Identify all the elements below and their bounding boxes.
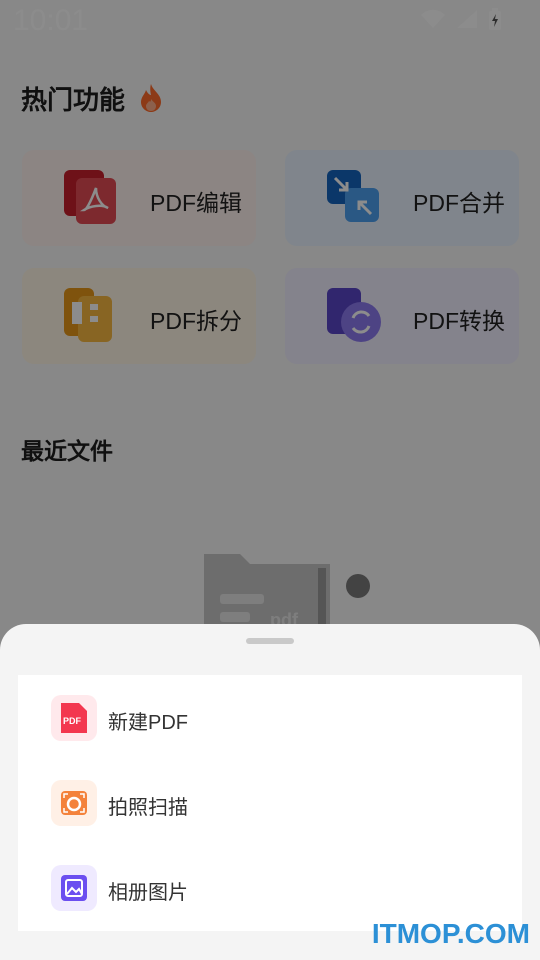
new-pdf-item[interactable]: PDF 新建PDF <box>18 675 522 760</box>
sheet-drag-handle[interactable] <box>246 638 294 644</box>
camera-scan-item[interactable]: 拍照扫描 <box>18 760 522 845</box>
new-pdf-label: 新建PDF <box>108 712 188 734</box>
site-watermark: ITMOP.COM <box>371 918 530 949</box>
svg-text:PDF: PDF <box>63 716 82 726</box>
bottom-sheet: PDF 新建PDF 拍照扫描 相册图片 <box>0 624 540 960</box>
gallery-image-label: 相册图片 <box>108 882 188 904</box>
camera-scan-icon <box>51 780 97 826</box>
create-menu: PDF 新建PDF 拍照扫描 相册图片 <box>18 675 522 931</box>
new-pdf-icon: PDF <box>51 695 97 741</box>
gallery-image-icon <box>51 865 97 911</box>
camera-scan-label: 拍照扫描 <box>108 797 188 819</box>
